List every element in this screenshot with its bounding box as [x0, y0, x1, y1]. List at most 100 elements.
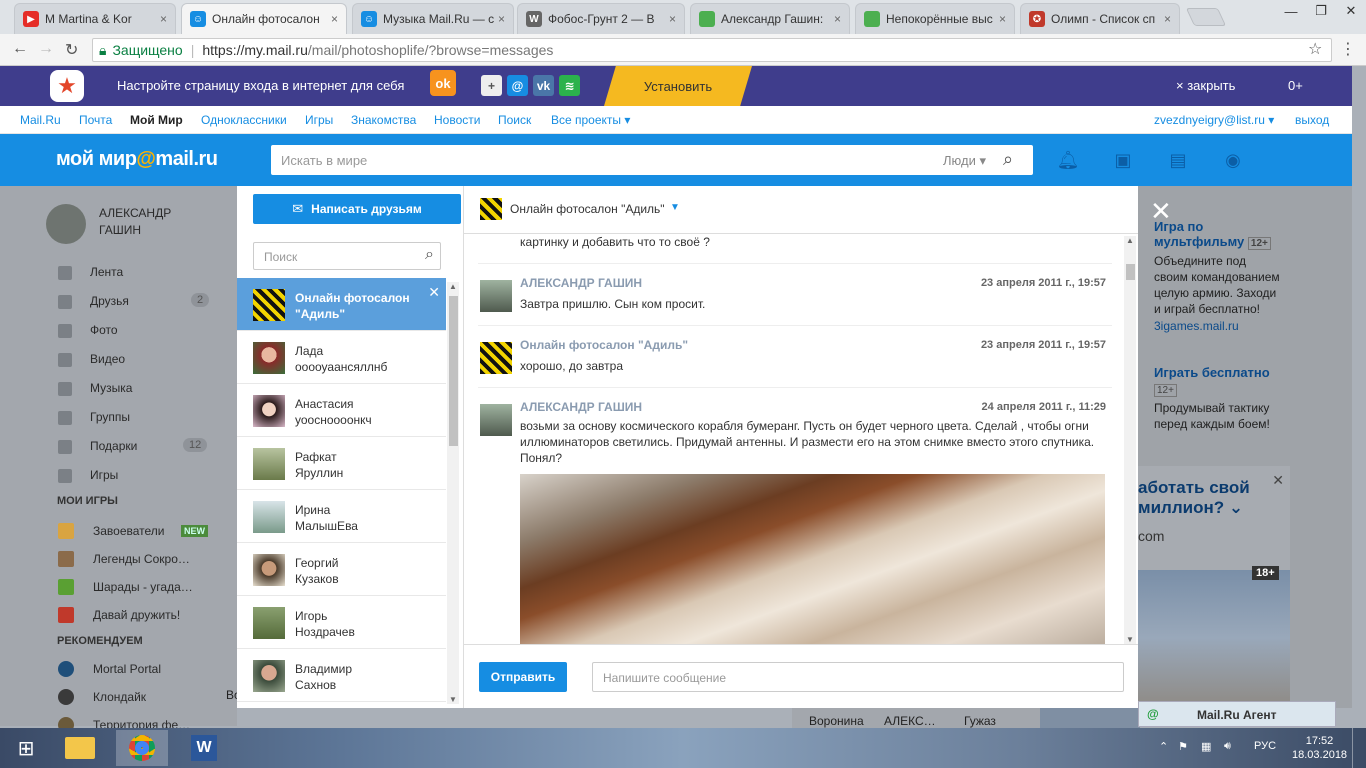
windows-start-icon[interactable]: ⊞ — [0, 730, 52, 766]
minimize-icon[interactable]: — — [1276, 0, 1306, 22]
search-scope-select[interactable]: Люди ▾ — [943, 153, 986, 169]
logout-link[interactable]: выход — [1295, 113, 1329, 127]
portal-link-ok[interactable]: Одноклассники — [201, 113, 287, 127]
url-input[interactable]: 🔒︎ Защищено | https://my.mail.ru/mail/ph… — [92, 38, 1332, 62]
restore-icon[interactable]: ❐ — [1306, 0, 1336, 22]
browser-menu-icon[interactable]: ⋮ — [1340, 39, 1356, 59]
message-attached-photo[interactable] — [520, 474, 1105, 644]
site-logo[interactable]: мой мир@mail.ru — [56, 148, 218, 171]
contact-item[interactable]: Анастасия уоосноооонкч — [237, 384, 446, 437]
sidebar-game[interactable]: Завоеватели — [93, 524, 165, 538]
ad3-image[interactable] — [1138, 570, 1290, 706]
portal-link-all-projects[interactable]: Все проекты ▾ — [551, 113, 630, 127]
sidebar-item[interactable]: Подарки — [90, 439, 137, 453]
messages-scrollbar[interactable]: ▲ ▼ — [1124, 236, 1136, 644]
send-button[interactable]: Отправить — [479, 662, 567, 692]
chevron-down-icon[interactable]: ▼ — [670, 202, 680, 213]
network-icon[interactable]: ▦ — [1201, 740, 1211, 753]
close-window-icon[interactable]: ✕ — [1336, 0, 1366, 22]
ad2-title[interactable]: Играть бесплатно — [1154, 365, 1344, 380]
close-tab-icon[interactable]: × — [834, 12, 841, 26]
sidebar-item[interactable]: Друзья — [90, 294, 129, 308]
portal-link-my-world[interactable]: Мой Мир — [130, 113, 183, 127]
contacts-search-input[interactable]: Поиск ⌕ — [253, 242, 441, 270]
recommended-item[interactable]: Mortal Portal — [93, 662, 161, 676]
portal-link-games[interactable]: Игры — [305, 113, 333, 127]
show-desktop-button[interactable] — [1352, 728, 1356, 768]
sender-avatar[interactable] — [480, 280, 512, 312]
contacts-scrollbar[interactable]: ▲ ▼ — [447, 282, 459, 704]
contact-item[interactable]: Рафкат Яруллин — [237, 437, 446, 490]
tray-up-icon[interactable]: ⌃ — [1159, 740, 1168, 753]
contact-item[interactable]: Игорь Ноздрачев — [237, 596, 446, 649]
forward-icon[interactable]: → — [38, 40, 54, 58]
portal-link-mail[interactable]: Почта — [79, 113, 112, 127]
sidebar-game[interactable]: Давай дружить! — [93, 608, 180, 622]
new-tab-button[interactable] — [1185, 8, 1227, 26]
sidebar-item[interactable]: Игры — [90, 468, 118, 482]
bell-icon[interactable]: 🔔︎ — [1056, 148, 1080, 172]
write-friends-button[interactable]: ✉ Написать друзьям — [253, 194, 461, 224]
sender-avatar[interactable] — [480, 404, 512, 436]
search-icon[interactable]: ⌕ — [425, 246, 434, 264]
messages-icon[interactable]: ▣ — [1111, 148, 1135, 172]
contact-item[interactable]: Лада ооооуаансяллнб — [237, 331, 446, 384]
contact-item[interactable]: Ирина МалышЕва — [237, 490, 446, 543]
language-indicator[interactable]: РУС — [1254, 740, 1276, 752]
close-tab-icon[interactable]: × — [1164, 12, 1171, 26]
flag-icon[interactable]: ⚑ — [1178, 740, 1188, 753]
sidebar-item[interactable]: Лента — [90, 265, 123, 279]
browser-tab[interactable]: ☺ Онлайн фотосалон × — [181, 3, 347, 34]
sidebar-game[interactable]: Легенды Сокро… — [93, 552, 190, 566]
browser-tab[interactable]: Непокорённые выс × — [855, 3, 1015, 34]
sender-avatar[interactable] — [480, 342, 512, 374]
sidebar-item[interactable]: Видео — [90, 352, 125, 366]
promo-close-button[interactable]: × закрыть — [1176, 78, 1235, 93]
chrome-icon[interactable] — [116, 730, 168, 766]
bookmark-star-icon[interactable]: ☆ — [1308, 39, 1322, 59]
user-name-line2[interactable]: ГАШИН — [99, 223, 141, 237]
taskbar-clock[interactable]: 17:52 18.03.2018 — [1292, 734, 1347, 762]
gamepad-icon[interactable]: ◉ — [1221, 148, 1245, 172]
close-tab-icon[interactable]: × — [498, 12, 505, 26]
reload-icon[interactable]: ↻ — [65, 40, 78, 60]
world-search-input[interactable]: Искать в мире Люди ▾ ⌕ — [271, 145, 1033, 175]
contact-item[interactable]: Онлайн фотосалон "Адиль" ✕ — [237, 278, 446, 331]
portal-link-news[interactable]: Новости — [434, 113, 480, 127]
browser-tab[interactable]: ☺ Музыка Mail.Ru — с × — [352, 3, 514, 34]
chat-icon[interactable]: ▤ — [1166, 148, 1190, 172]
user-email-menu[interactable]: zvezdnyeigry@list.ru ▾ — [1154, 113, 1274, 127]
sidebar-item[interactable]: Музыка — [90, 381, 132, 395]
ad1-link[interactable]: 3igames.mail.ru — [1154, 319, 1344, 333]
sidebar-item[interactable]: Группы — [90, 410, 130, 424]
ad1-title[interactable]: Игра по мультфильму 12+ — [1154, 219, 1344, 250]
ad3-close-icon[interactable]: ✕ — [1272, 472, 1284, 489]
search-icon[interactable]: ⌕ — [1003, 149, 1013, 170]
file-explorer-icon[interactable] — [54, 730, 106, 766]
sidebar-item[interactable]: Фото — [90, 323, 118, 337]
install-button[interactable]: Установить — [604, 66, 752, 106]
close-tab-icon[interactable]: × — [999, 12, 1006, 26]
browser-tab[interactable]: W Фобос-Грунт 2 — В × — [517, 3, 685, 34]
recommended-item[interactable]: Клондайк — [93, 690, 146, 704]
contact-item[interactable]: Владимир Сахнов — [237, 649, 446, 702]
close-tab-icon[interactable]: × — [331, 12, 338, 26]
back-icon[interactable]: ← — [12, 40, 28, 58]
portal-link-dating[interactable]: Знакомства — [351, 113, 416, 127]
contact-item[interactable]: Георгий Кузаков — [237, 543, 446, 596]
conversation-title[interactable]: Онлайн фотосалон "Адиль" — [510, 202, 665, 216]
sidebar-game[interactable]: Шарады - угада… — [93, 580, 193, 594]
close-conversation-icon[interactable]: ✕ — [428, 284, 440, 301]
portal-link-mailru[interactable]: Mail.Ru — [20, 113, 61, 127]
browser-tab[interactable]: Александр Гашин: × — [690, 3, 850, 34]
close-tab-icon[interactable]: × — [669, 12, 676, 26]
volume-icon[interactable]: 🔊︎ — [1224, 740, 1231, 753]
word-icon[interactable]: W — [178, 730, 230, 766]
message-input[interactable]: Напишите сообщение — [592, 662, 1124, 692]
browser-tab[interactable]: ✪ Олимп - Список сп × — [1020, 3, 1180, 34]
user-name-line1[interactable]: АЛЕКСАНДР — [99, 206, 171, 220]
close-tab-icon[interactable]: × — [160, 12, 167, 26]
browser-tab[interactable]: ▶ M Martina & Kor × — [14, 3, 176, 34]
mailru-agent-bar[interactable]: @ Mail.Ru Агент — [1138, 701, 1336, 727]
portal-link-search[interactable]: Поиск — [498, 113, 531, 127]
